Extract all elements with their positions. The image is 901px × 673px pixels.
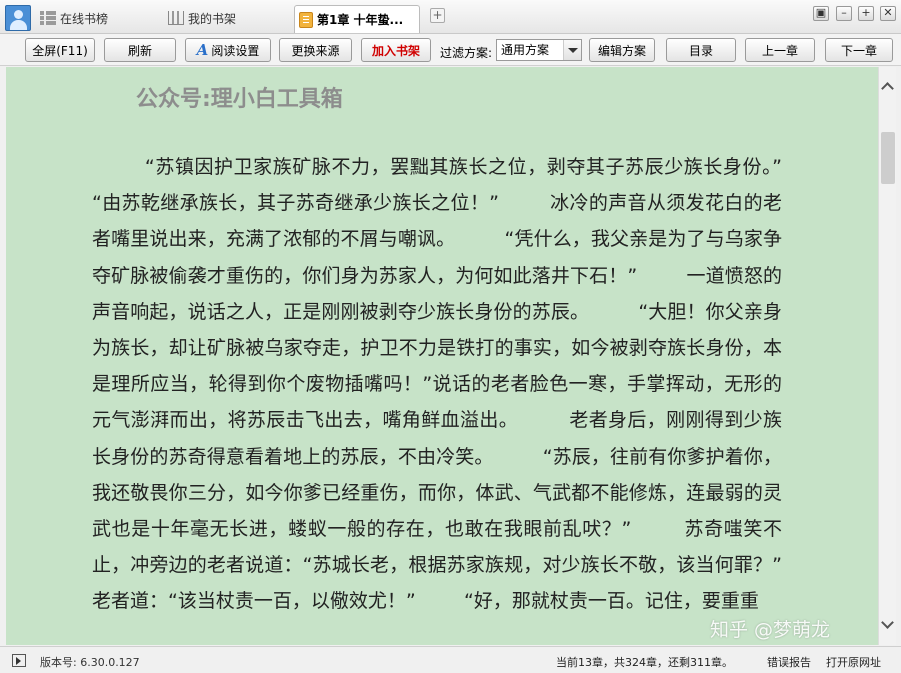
filter-scheme-select[interactable]: 通用方案 — [496, 39, 582, 61]
scroll-up-icon[interactable] — [879, 77, 897, 97]
open-source-url-link[interactable]: 打开原网址 — [826, 654, 881, 670]
zhihu-watermark: 知乎 @梦萌龙 — [710, 619, 831, 641]
restore-window-button[interactable]: ▣ — [813, 6, 829, 21]
tab-label: 在线书榜 — [60, 11, 109, 26]
minimize-button[interactable]: – — [836, 6, 852, 21]
toc-button[interactable]: 目录 — [666, 38, 736, 62]
tab-my-bookshelf[interactable]: 我的书架 — [164, 6, 240, 30]
dropdown-arrow-icon[interactable] — [563, 40, 581, 60]
filter-scheme-value: 通用方案 — [501, 43, 550, 57]
refresh-button[interactable]: 刷新 — [104, 38, 176, 62]
change-source-button[interactable]: 更换来源 — [279, 38, 352, 62]
book-icon — [299, 11, 313, 28]
scroll-down-icon[interactable] — [879, 615, 897, 635]
chapter-progress: 当前13章，共324章，还剩311章。 — [556, 656, 733, 669]
edit-scheme-button[interactable]: 编辑方案 — [589, 38, 655, 62]
filter-scheme-label: 过滤方案: — [440, 46, 493, 60]
title-tab-bar: 在线书榜 我的书架 第1章 十年蛰... + ▣ – + ✕ — [0, 0, 901, 34]
user-avatar-icon[interactable] — [5, 5, 31, 31]
vertical-scrollbar[interactable] — [878, 67, 896, 645]
read-settings-button[interactable]: A 阅读设置 — [185, 38, 271, 62]
next-chapter-button[interactable]: 下一章 — [825, 38, 893, 62]
error-report-link[interactable]: 错误报告 — [767, 654, 811, 670]
fullscreen-button[interactable]: 全屏(F11) — [25, 38, 95, 62]
tab-current-chapter[interactable]: 第1章 十年蛰... — [294, 5, 420, 33]
new-tab-button[interactable]: + — [430, 8, 445, 23]
scroll-thumb[interactable] — [881, 132, 895, 184]
tab-online-rankings[interactable]: 在线书榜 — [36, 6, 112, 30]
reading-pane[interactable]: 公众号:理小白工具箱 “苏镇因护卫家族矿脉不力，罢黜其族长之位，剥夺其子苏辰少族… — [6, 67, 878, 645]
version-label: 版本号: 6.30.0.127 — [40, 656, 140, 669]
maximize-button[interactable]: + — [858, 6, 874, 21]
status-bar: 版本号: 6.30.0.127 当前13章，共324章，还剩311章。 错误报告… — [0, 646, 901, 673]
header-watermark: 公众号:理小白工具箱 — [136, 87, 343, 112]
add-to-shelf-button[interactable]: 加入书架 — [361, 38, 431, 62]
panel-toggle-icon[interactable] — [12, 654, 26, 667]
read-settings-label: 阅读设置 — [211, 43, 260, 58]
close-button[interactable]: ✕ — [880, 6, 896, 21]
prev-chapter-button[interactable]: 上一章 — [745, 38, 815, 62]
tab-label: 我的书架 — [188, 11, 237, 26]
chapter-text: “苏镇因护卫家族矿脉不力，罢黜其族长之位，剥夺其子苏辰少族长身份。” “由苏乾继… — [92, 156, 831, 613]
tab-label: 第1章 十年蛰... — [317, 13, 404, 27]
bookshelf-icon — [168, 11, 184, 25]
list-grid-icon — [40, 11, 56, 25]
reader-toolbar: 全屏(F11) 刷新 A 阅读设置 更换来源 加入书架 过滤方案: 通用方案 编… — [0, 34, 901, 66]
font-a-icon: A — [196, 41, 209, 59]
